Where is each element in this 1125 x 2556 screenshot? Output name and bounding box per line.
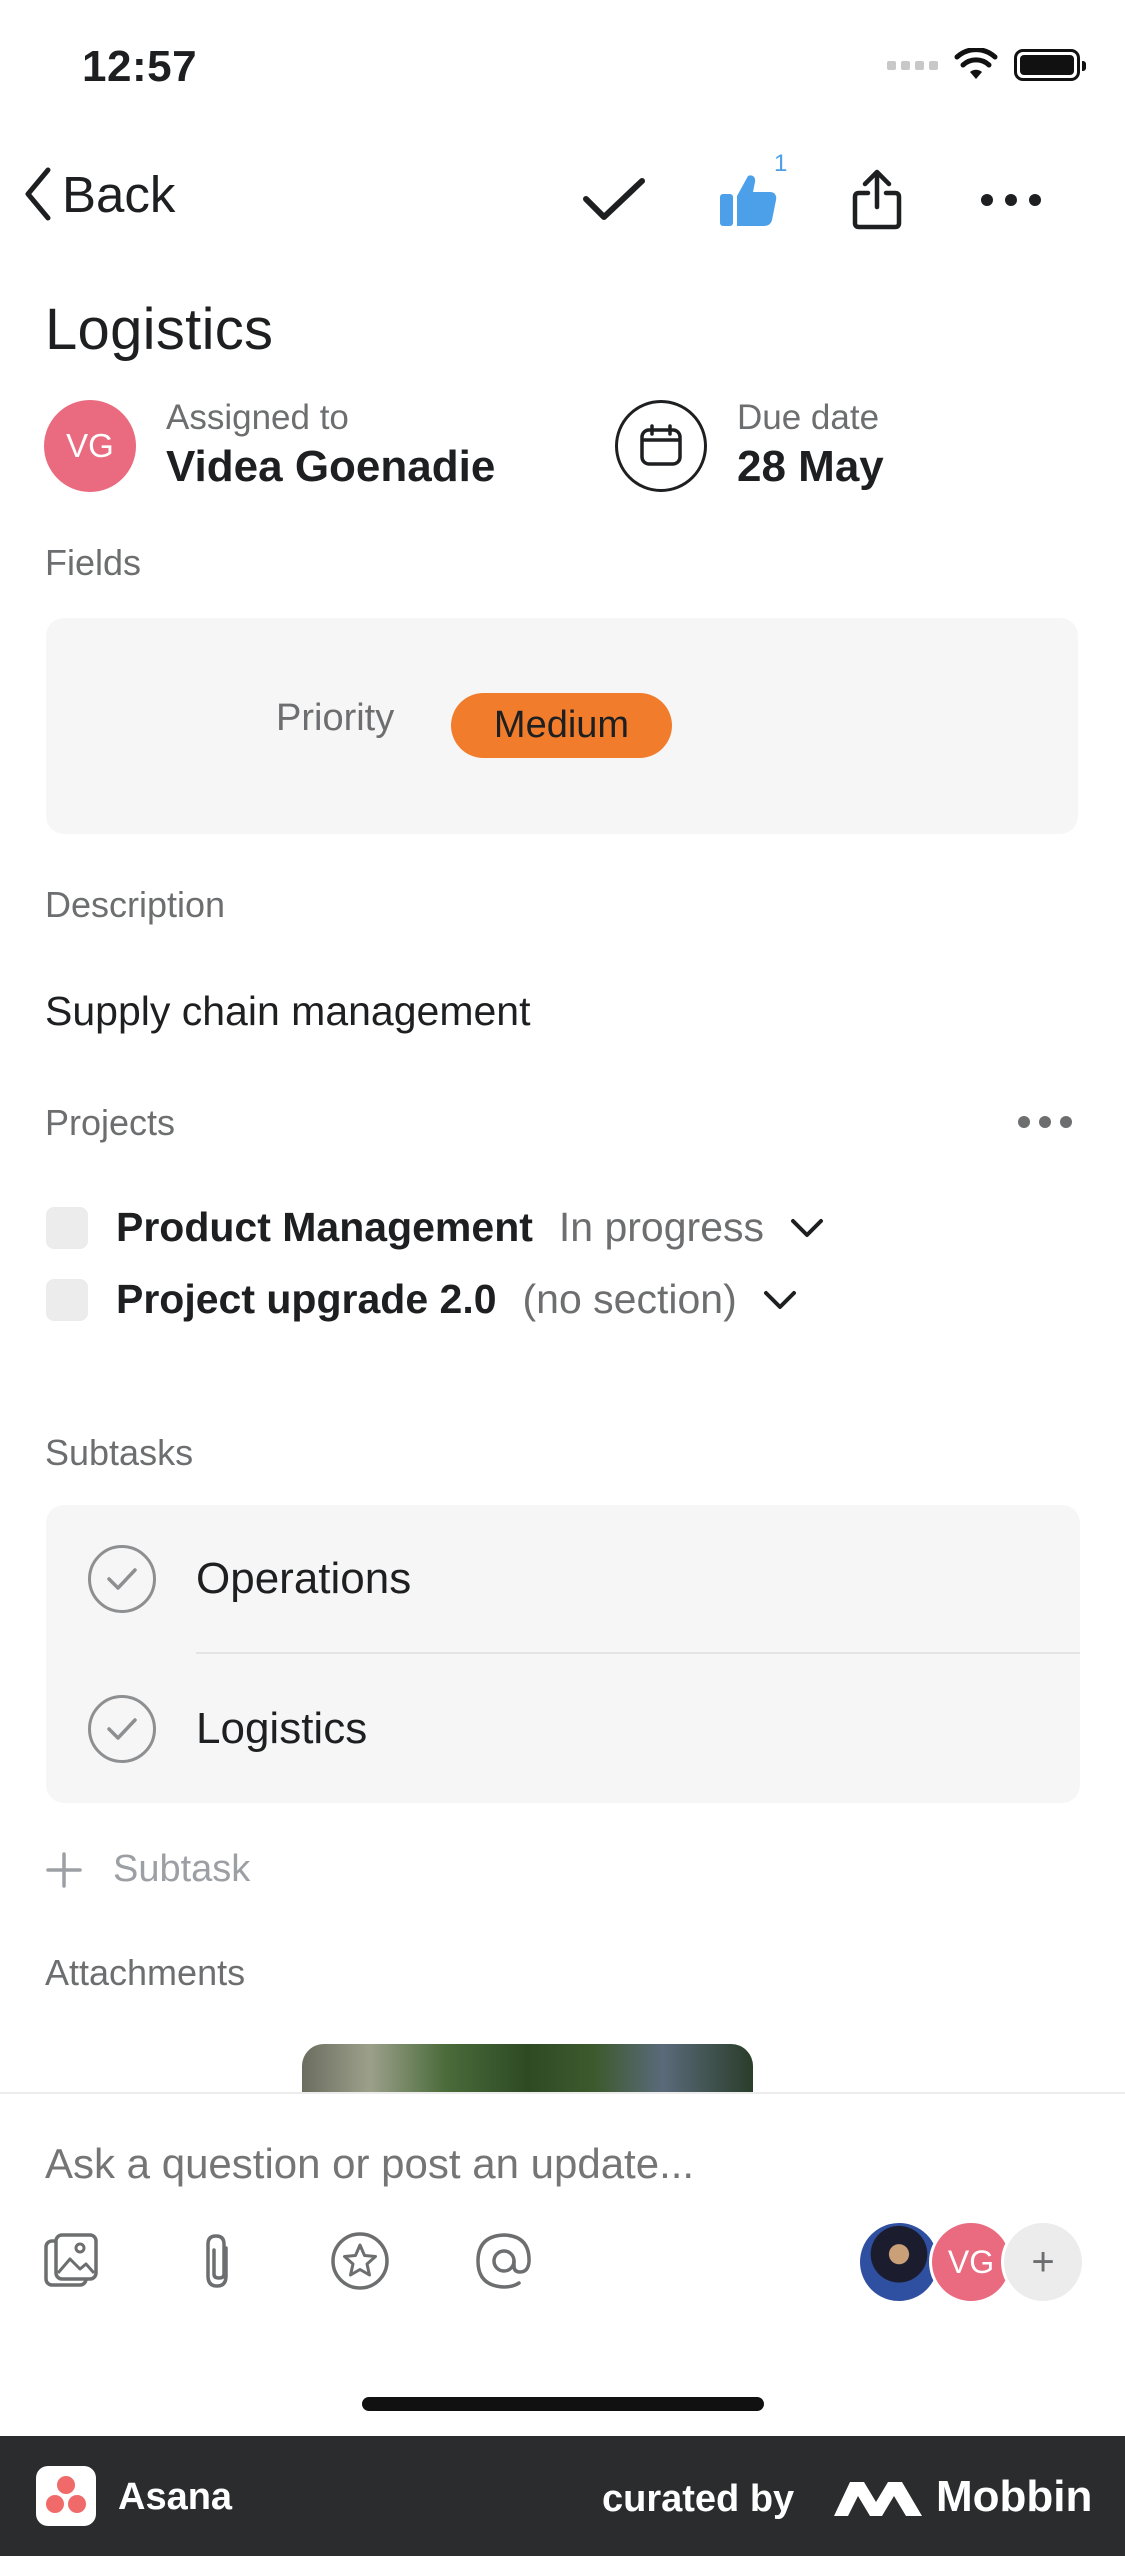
subtask-row[interactable]: Operations [46, 1504, 1080, 1654]
share-button[interactable] [837, 160, 917, 240]
footer-curated-by: curated by [602, 2478, 795, 2520]
plus-icon [46, 1851, 82, 1888]
add-subtask-button[interactable]: Subtask [45, 1848, 250, 1891]
photo-gallery-icon [44, 2233, 98, 2287]
project-row[interactable]: Project upgrade 2.0 (no section) [46, 1276, 797, 1323]
description-heading: Description [45, 884, 226, 925]
wifi-icon [954, 48, 998, 79]
assignee-label: Assigned to [166, 398, 349, 437]
subtask-name[interactable]: Logistics [196, 1704, 367, 1754]
description-text[interactable]: Supply chain management [45, 988, 530, 1035]
fields-heading: Fields [45, 542, 142, 583]
paperclip-icon [206, 2234, 228, 2288]
priority-value-badge[interactable]: Medium [451, 693, 672, 758]
chevron-down-icon[interactable] [790, 1217, 824, 1239]
priority-label: Priority [276, 697, 395, 739]
back-label: Back [62, 165, 176, 223]
attach-file-button[interactable] [182, 2225, 254, 2297]
battery-icon [1014, 49, 1086, 81]
attachment-thumbnail[interactable] [302, 2044, 753, 2094]
status-time: 12:57 [82, 42, 198, 91]
due-date-value[interactable]: 28 May [737, 442, 884, 492]
due-date-button[interactable] [615, 400, 707, 492]
mobbin-logo-icon [834, 2482, 922, 2516]
project-section[interactable]: In progress [559, 1204, 764, 1251]
project-row[interactable]: Product Management In progress [46, 1204, 824, 1251]
projects-more-icon[interactable] [1018, 1116, 1072, 1128]
cellular-signal-icon [887, 60, 938, 70]
project-name[interactable]: Product Management [116, 1204, 533, 1251]
checkmark-icon [583, 178, 645, 220]
assignee-avatar[interactable]: VG [44, 400, 136, 492]
footer-app-name: Asana [118, 2476, 233, 2518]
add-collaborator-button[interactable]: + [1001, 2220, 1085, 2304]
comment-input[interactable] [45, 2140, 945, 2188]
chevron-down-icon[interactable] [763, 1289, 797, 1311]
chevron-left-icon [25, 167, 51, 221]
star-circle-icon [331, 2232, 389, 2290]
project-color-swatch [46, 1278, 88, 1321]
more-options-button[interactable] [971, 160, 1051, 240]
more-horizontal-icon [981, 194, 1041, 206]
at-sign-icon [476, 2233, 531, 2289]
subtasks-heading: Subtasks [45, 1432, 194, 1473]
status-icons [887, 48, 1086, 82]
home-indicator [362, 2397, 764, 2411]
appreciation-button[interactable] [324, 2225, 396, 2297]
back-button[interactable]: Back [20, 164, 175, 224]
photo-gallery-button[interactable] [36, 2225, 108, 2297]
projects-heading: Projects [45, 1102, 176, 1143]
mark-complete-button[interactable] [574, 160, 654, 240]
attachments-heading: Attachments [45, 1952, 246, 1993]
due-date-label: Due date [737, 398, 880, 437]
mention-button[interactable] [468, 2225, 540, 2297]
project-color-swatch [46, 1206, 88, 1249]
subtask-check-icon[interactable] [88, 1545, 156, 1613]
calendar-icon [640, 424, 682, 466]
subtask-name[interactable]: Operations [196, 1554, 411, 1604]
asana-logo-icon [36, 2466, 96, 2526]
share-icon [852, 169, 902, 230]
subtask-check-icon[interactable] [88, 1695, 156, 1763]
task-title[interactable]: Logistics [45, 296, 273, 363]
thumbs-up-icon [720, 175, 777, 226]
footer-brand: Mobbin [936, 2472, 1093, 2521]
project-section[interactable]: (no section) [523, 1276, 737, 1323]
like-count: 1 [774, 150, 788, 177]
subtask-row[interactable]: Logistics [46, 1654, 1080, 1804]
project-name[interactable]: Project upgrade 2.0 [116, 1276, 497, 1323]
add-subtask-label: Subtask [113, 1848, 251, 1890]
assignee-name[interactable]: Videa Goenadie [166, 442, 495, 492]
